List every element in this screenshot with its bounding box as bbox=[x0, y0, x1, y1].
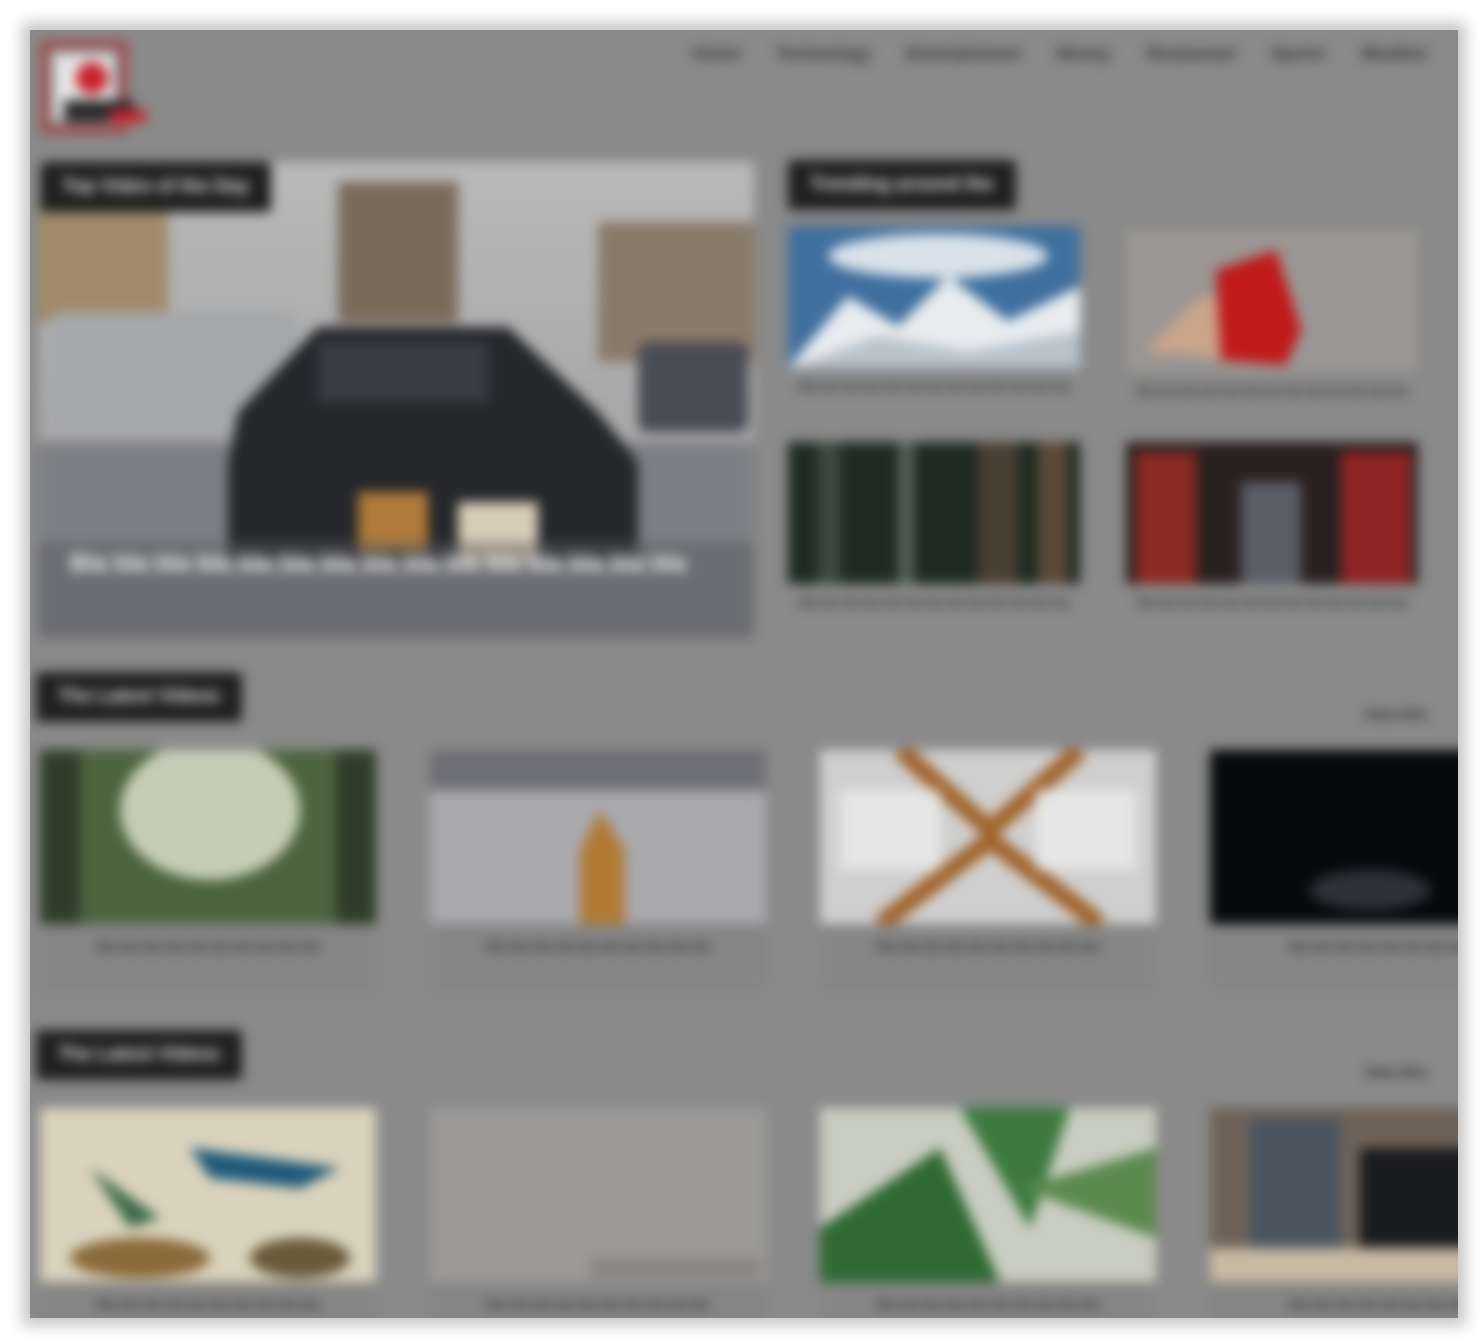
trending-caption: Bla bla bla bla bla bla bla bla bla bla … bbox=[1136, 383, 1408, 398]
trending-card[interactable]: Bla bla bla bla bla bla bla bla bla bla … bbox=[788, 442, 1080, 611]
main-nav: Home Technology Entertainment Money Rest… bbox=[693, 44, 1428, 64]
red-bag-photo bbox=[1126, 230, 1418, 372]
video-caption: Bla bla bla bla bla bla bla bla bla bla bbox=[486, 1296, 710, 1312]
video-card[interactable]: Bla bla bla bla bla bla bla bla bbox=[1210, 1108, 1458, 1318]
video-caption: Bla bla bla bla bla bla bla bla bla bla bbox=[876, 938, 1100, 954]
street-scene-photo bbox=[1210, 1108, 1458, 1282]
trending-card[interactable]: Bla bla bla bla bla bla bla bla bla bla … bbox=[1126, 230, 1418, 399]
blurred-page: Home Technology Entertainment Money Rest… bbox=[30, 30, 1458, 1318]
video-card[interactable]: Bla bla bla bla bla bla bla bla bla bla bbox=[40, 750, 376, 990]
video-card[interactable]: Bla bla bla bla bla bla bla bla bla bla bbox=[820, 750, 1156, 990]
trending-caption: Bla bla bla bla bla bla bla bla bla bla … bbox=[1136, 595, 1408, 610]
trending-card[interactable]: Bla bla bla bla bla bla bla bla bla bla … bbox=[788, 226, 1080, 395]
building-glass-photo bbox=[820, 750, 1156, 924]
video-caption: Bla bla bla bla bla bla bla bla bla bla bbox=[486, 938, 710, 954]
video-caption: Bla bla bla bla bla bla bla bla bla bla bbox=[96, 938, 320, 954]
video-caption: Bla bla bla bla bla bla bla bla bbox=[1288, 938, 1458, 954]
video-card[interactable]: Bla bla bla bla bla bla bla bla bla bla bbox=[430, 750, 766, 990]
nav-technology[interactable]: Technology bbox=[776, 44, 870, 64]
nav-entertainment[interactable]: Entertainment bbox=[906, 44, 1020, 64]
nav-sports[interactable]: Sports bbox=[1271, 44, 1325, 64]
nav-home[interactable]: Home bbox=[693, 44, 740, 64]
latest-videos-label: The Latest Videos bbox=[36, 672, 243, 722]
video-caption: Bla bla bla bla bla bla bla bla bbox=[1288, 1296, 1458, 1312]
latest-videos-label: The Latest Videos bbox=[36, 1030, 243, 1080]
fox-photo bbox=[430, 750, 766, 924]
forest-photo bbox=[788, 442, 1080, 584]
trending-caption: Bla bla bla bla bla bla bla bla bla bla … bbox=[798, 379, 1070, 394]
green-leaves-photo bbox=[820, 1108, 1156, 1282]
video-caption: Bla bla bla bla bla bla bla bla bla bla bbox=[96, 1296, 320, 1312]
birds-painting-photo bbox=[40, 1108, 376, 1282]
view-all-link[interactable]: View All ▸ bbox=[1364, 1064, 1428, 1081]
trending-section-label: Trending around the bbox=[788, 160, 1016, 210]
video-card[interactable]: Bla bla bla bla bla bla bla bla bbox=[1210, 750, 1458, 990]
video-caption: Bla bla bla bla bla bla bla bla bla bla bbox=[876, 1296, 1100, 1312]
hero-caption[interactable]: Bla bla bla bla bla bla bla bla bla bla … bbox=[70, 550, 686, 578]
trending-card[interactable]: Bla bla bla bla bla bla bla bla bla bla … bbox=[1126, 442, 1418, 611]
night-sky-photo bbox=[1210, 750, 1458, 924]
video-card[interactable]: Bla bla bla bla bla bla bla bla bla bla bbox=[820, 1108, 1156, 1318]
hero-section-label: Top Video of the Day bbox=[40, 162, 272, 212]
nav-restaurant[interactable]: Restaurant bbox=[1147, 44, 1236, 64]
modal-overlay[interactable]: Home Technology Entertainment Money Rest… bbox=[30, 30, 1458, 1318]
view-all-link[interactable]: View All ▸ bbox=[1364, 706, 1428, 723]
mannequins-photo bbox=[1126, 442, 1418, 584]
snowy-mountains-photo bbox=[788, 226, 1080, 368]
latest-videos-row: Bla bla bla bla bla bla bla bla bla bla … bbox=[40, 750, 1458, 990]
latest-videos-row: Bla bla bla bla bla bla bla bla bla bla … bbox=[40, 1108, 1458, 1318]
nav-weather[interactable]: Weather bbox=[1361, 44, 1428, 64]
video-card[interactable]: Bla bla bla bla bla bla bla bla bla bla bbox=[430, 1108, 766, 1318]
video-card[interactable]: Bla bla bla bla bla bla bla bla bla bla bbox=[40, 1108, 376, 1318]
nav-money[interactable]: Money bbox=[1057, 44, 1111, 64]
foggy-forest-photo bbox=[40, 750, 376, 924]
trending-caption: Bla bla bla bla bla bla bla bla bla bla … bbox=[798, 595, 1070, 610]
grey-wall-photo bbox=[430, 1108, 766, 1282]
site-logo-icon[interactable] bbox=[40, 40, 150, 140]
